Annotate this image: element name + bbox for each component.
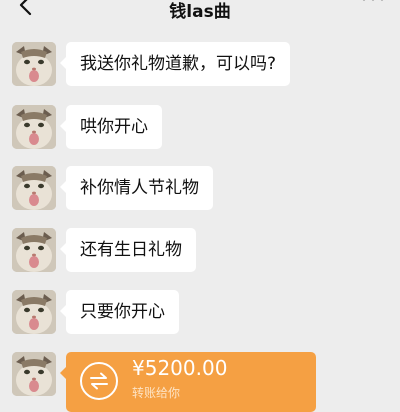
message-row: 补你情人节礼物 [0,166,400,226]
message-row: 还有生日礼物 [0,228,400,288]
message-row: 哄你开心 [0,105,400,165]
avatar[interactable] [12,105,56,149]
message-bubble[interactable]: 哄你开心 [66,105,162,149]
message-row: 只要你开心 [0,290,400,350]
avatar[interactable] [12,42,56,86]
chat-title: 钱las曲 [0,0,400,22]
message-bubble[interactable]: 我送你礼物道歉，可以吗? [66,42,290,86]
avatar[interactable] [12,290,56,334]
avatar[interactable] [12,228,56,272]
message-bubble[interactable]: 只要你开心 [66,290,179,334]
message-row: 我送你礼物道歉，可以吗? [0,42,400,102]
chat-header: 钱las曲 [0,0,400,30]
more-dots-icon[interactable] [360,0,386,10]
transfer-arrows-icon [80,362,118,400]
message-bubble[interactable]: 补你情人节礼物 [66,166,213,210]
transfer-label: 转账给你 [132,386,180,400]
avatar[interactable] [12,166,56,210]
transfer-card[interactable]: ¥5200.00 转账给你 [66,352,316,412]
transfer-row: ¥5200.00 转账给你 [0,352,400,412]
message-bubble[interactable]: 还有生日礼物 [66,228,196,272]
avatar[interactable] [12,352,56,396]
transfer-amount: ¥5200.00 [132,356,227,380]
